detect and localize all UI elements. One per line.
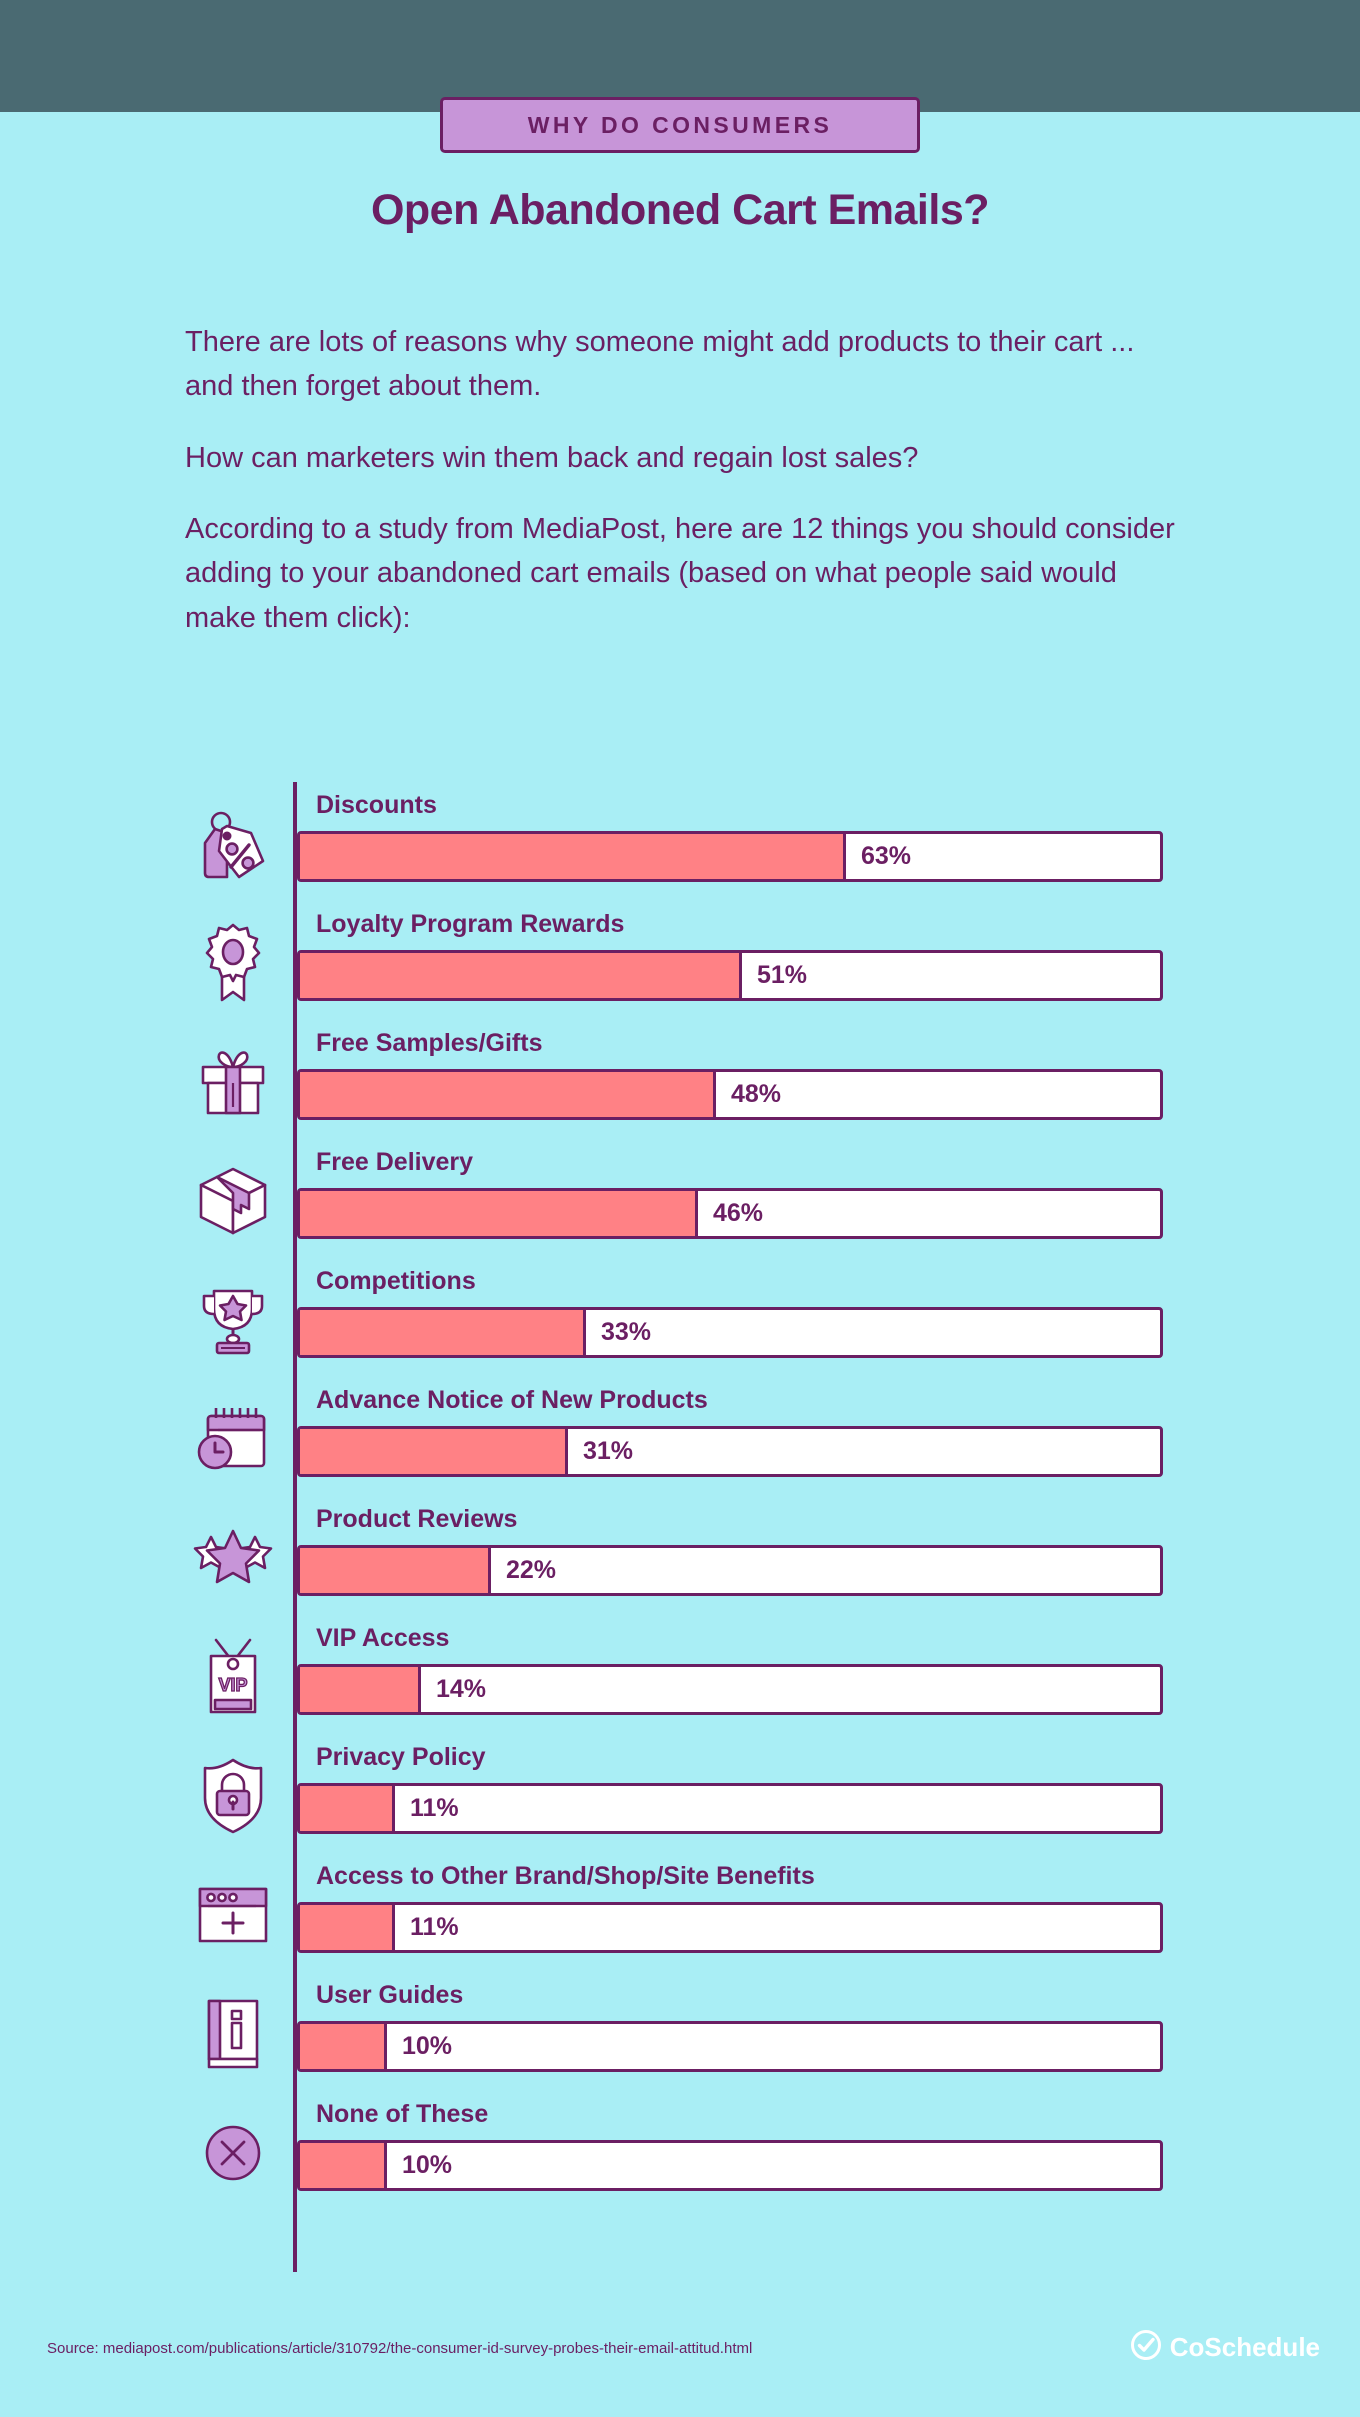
- price-tag-percent-icon: [185, 796, 281, 892]
- bar-fill: [300, 2143, 387, 2188]
- bar-row: Privacy Policy 11%: [185, 1734, 1185, 1853]
- shield-lock-icon: [185, 1748, 281, 1844]
- bar-value-label: 10%: [402, 2032, 453, 2060]
- bar-fill: [300, 1548, 491, 1593]
- bar-value-label: 51%: [757, 961, 808, 989]
- bar-value-label: 11%: [410, 1913, 459, 1941]
- bar-row-label: None of These: [316, 2100, 489, 2128]
- bar-value-label: 31%: [583, 1437, 634, 1465]
- vip-tag-icon: VIP: [185, 1629, 281, 1725]
- source-citation: Source: mediapost.com/publications/artic…: [47, 2340, 753, 2357]
- bar-row: Loyalty Program Rewards 51%: [185, 901, 1185, 1020]
- bar-track: 11%: [297, 1783, 1163, 1834]
- bar-fill: [300, 1191, 698, 1236]
- stars-review-icon: [185, 1510, 281, 1606]
- bar-fill: [300, 1905, 395, 1950]
- top-bar: [0, 0, 1360, 112]
- bar-value-label: 48%: [731, 1080, 782, 1108]
- bar-row: Free Samples/Gifts 48%: [185, 1020, 1185, 1139]
- intro-text: There are lots of reasons why someone mi…: [185, 320, 1185, 640]
- bar-fill: [300, 953, 742, 998]
- bar-chart: Discounts 63% Loyalty Program Rewards 51% …: [185, 782, 1185, 2272]
- calendar-clock-icon: [185, 1391, 281, 1487]
- bar-row-label: Free Samples/Gifts: [316, 1029, 543, 1057]
- bar-track: 31%: [297, 1426, 1163, 1477]
- bar-row: Advance Notice of New Products 31%: [185, 1377, 1185, 1496]
- bar-value-label: 46%: [713, 1199, 764, 1227]
- bar-value-label: 33%: [601, 1318, 652, 1346]
- bar-row-label: Product Reviews: [316, 1505, 518, 1533]
- bar-value-label: 22%: [506, 1556, 557, 1584]
- bar-track: 46%: [297, 1188, 1163, 1239]
- bar-track: 22%: [297, 1545, 1163, 1596]
- coschedule-logo-text: CoSchedule: [1169, 2332, 1320, 2362]
- bar-value-label: 10%: [402, 2151, 453, 2179]
- bar-fill: [300, 834, 846, 879]
- svg-text:VIP: VIP: [218, 1675, 247, 1695]
- bar-row-label: Free Delivery: [316, 1148, 474, 1176]
- bar-track: 10%: [297, 2140, 1163, 2191]
- bar-row: User Guides 10%: [185, 1972, 1185, 2091]
- browser-plus-icon: [185, 1867, 281, 1963]
- bar-rows: Discounts 63% Loyalty Program Rewards 51% …: [185, 782, 1185, 2210]
- bar-row-label: Discounts: [316, 791, 437, 819]
- infographic-page: WHY DO CONSUMERS Open Abandoned Cart Ema…: [0, 0, 1360, 2417]
- bar-fill: [300, 1310, 586, 1355]
- bar-row: Competitions 33%: [185, 1258, 1185, 1377]
- bar-row: VIP VIP Access 14%: [185, 1615, 1185, 1734]
- shipping-box-icon: [185, 1153, 281, 1249]
- intro-paragraph-3: According to a study from MediaPost, her…: [185, 513, 1175, 634]
- bar-row: None of These 10%: [185, 2091, 1185, 2210]
- bar-track: 48%: [297, 1069, 1163, 1120]
- bar-row-label: Loyalty Program Rewards: [316, 910, 625, 938]
- bar-fill: [300, 1429, 568, 1474]
- page-title: Open Abandoned Cart Emails?: [370, 186, 990, 234]
- bar-row: Product Reviews 22%: [185, 1496, 1185, 1615]
- bar-track: 11%: [297, 1902, 1163, 1953]
- bar-value-label: 63%: [861, 842, 912, 870]
- bar-row-label: Competitions: [316, 1267, 476, 1295]
- bar-fill: [300, 1072, 716, 1117]
- coschedule-logo: CoSchedule: [1130, 2330, 1320, 2365]
- eyebrow-badge: WHY DO CONSUMERS: [440, 97, 920, 153]
- circle-x-icon: [185, 2105, 281, 2201]
- gift-box-icon: [185, 1034, 281, 1130]
- bar-value-label: 11%: [410, 1794, 459, 1822]
- bar-row-label: VIP Access: [316, 1624, 450, 1652]
- book-info-icon: [185, 1986, 281, 2082]
- award-ribbon-icon: [185, 915, 281, 1011]
- intro-paragraph-2: How can marketers win them back and rega…: [185, 441, 919, 474]
- bar-row-label: Privacy Policy: [316, 1743, 486, 1771]
- bar-track: 10%: [297, 2021, 1163, 2072]
- eyebrow-badge-label: WHY DO CONSUMERS: [527, 111, 833, 138]
- bar-fill: [300, 1667, 421, 1712]
- coschedule-check-icon: [1130, 2330, 1161, 2365]
- bar-track: 33%: [297, 1307, 1163, 1358]
- trophy-star-icon: [185, 1272, 281, 1368]
- bar-fill: [300, 1786, 395, 1831]
- bar-row: Access to Other Brand/Shop/Site Benefits…: [185, 1853, 1185, 1972]
- bar-fill: [300, 2024, 387, 2069]
- bar-track: 51%: [297, 950, 1163, 1001]
- bar-row-label: Access to Other Brand/Shop/Site Benefits: [316, 1862, 815, 1890]
- bar-track: 63%: [297, 831, 1163, 882]
- intro-paragraph-1: There are lots of reasons why someone mi…: [185, 326, 1135, 403]
- bar-row: Free Delivery 46%: [185, 1139, 1185, 1258]
- bar-row-label: User Guides: [316, 1981, 464, 2009]
- bar-track: 14%: [297, 1664, 1163, 1715]
- bar-value-label: 14%: [436, 1675, 487, 1703]
- bar-row-label: Advance Notice of New Products: [316, 1386, 708, 1414]
- bar-row: Discounts 63%: [185, 782, 1185, 901]
